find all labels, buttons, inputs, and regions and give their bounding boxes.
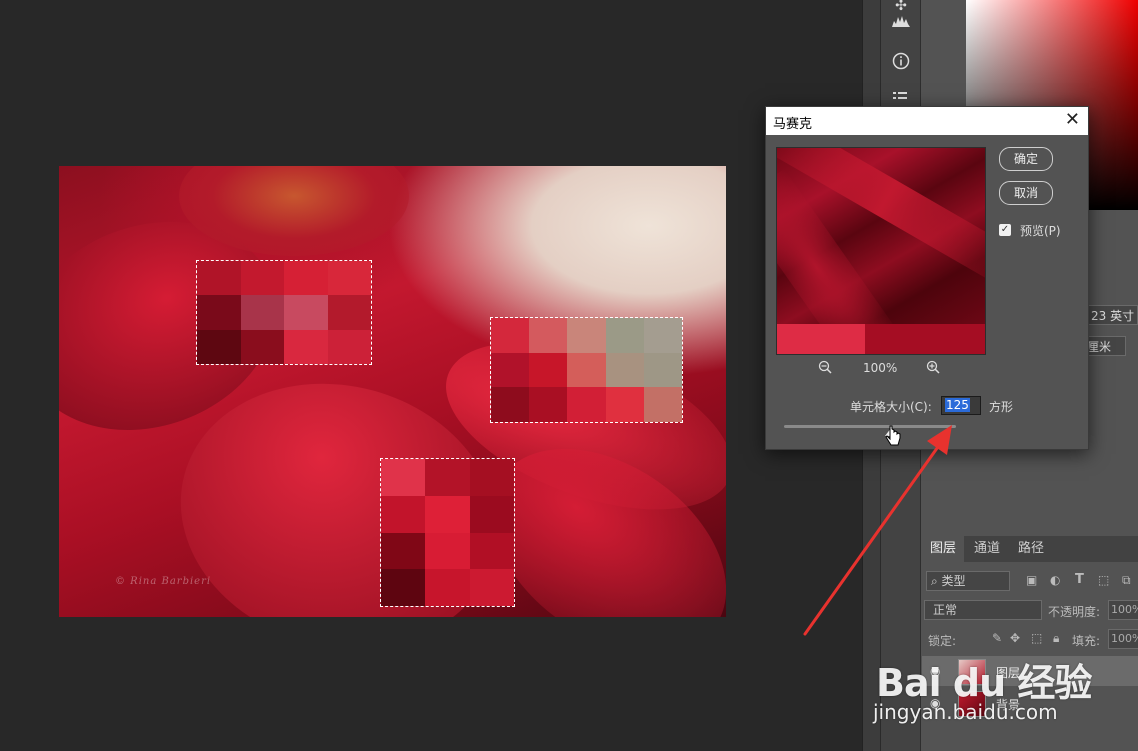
filter-preview[interactable]	[776, 147, 986, 355]
mosaic-cell	[381, 532, 426, 570]
mosaic-cell	[491, 318, 530, 353]
mosaic-selection-1[interactable]	[196, 260, 372, 365]
baidu-watermark-logo: Bai du 经验	[876, 661, 1092, 705]
shape-filter-icon[interactable]: ⬚	[1098, 573, 1109, 587]
mosaic-cell	[605, 318, 644, 353]
mosaic-cell	[240, 261, 284, 296]
image-filter-icon[interactable]: ▣	[1026, 573, 1037, 587]
lock-position-icon[interactable]: ✥	[1010, 631, 1020, 645]
mosaic-cell	[567, 352, 606, 388]
mosaic-cell	[425, 495, 470, 533]
size-field[interactable]: 23 英寸	[1086, 305, 1138, 325]
preview-mosaic-block-left	[777, 324, 865, 354]
histogram-icon[interactable]	[889, 12, 913, 36]
opacity-label: 不透明度:	[1048, 605, 1101, 619]
mosaic-cell	[240, 329, 284, 364]
mosaic-cell	[469, 495, 514, 533]
mosaic-cell	[567, 387, 606, 422]
mosaic-cell	[284, 261, 328, 296]
lock-row: 锁定: ✎ ✥ ⬚ 🔒︎ 填充: 100%	[922, 629, 1138, 651]
blend-mode-row: 正常 不透明度: 100%	[922, 600, 1138, 622]
search-icon: ⌕	[931, 574, 942, 588]
mouse-cursor-icon	[885, 425, 901, 446]
fill-label: 填充:	[1072, 634, 1101, 648]
mosaic-cell	[529, 387, 568, 422]
ok-button[interactable]: 确定	[999, 147, 1053, 171]
fill-input[interactable]: 100%	[1108, 629, 1138, 649]
info-icon[interactable]	[889, 52, 913, 76]
mosaic-cell	[643, 318, 682, 353]
mosaic-cell	[327, 295, 371, 330]
cell-size-label: 单元格大小(C):	[850, 400, 932, 414]
mosaic-cell	[197, 261, 241, 296]
mosaic-cell	[643, 387, 682, 422]
preview-checkbox[interactable]: ✓	[999, 224, 1011, 236]
mosaic-cell	[469, 459, 514, 496]
opacity-input[interactable]: 100%	[1108, 600, 1138, 620]
mosaic-cell	[605, 387, 644, 422]
dialog-title: 马赛克	[773, 117, 813, 132]
mosaic-cell	[381, 495, 426, 533]
mosaic-cell	[643, 352, 682, 388]
mosaic-cell	[469, 532, 514, 570]
preview-checkbox-label: 预览(P)	[1020, 224, 1061, 238]
lock-label: 锁定:	[928, 634, 957, 648]
mosaic-cell	[529, 318, 568, 353]
mosaic-cell	[567, 318, 606, 353]
mosaic-cell	[327, 329, 371, 364]
canvas-image[interactable]: © Rina Barbieri	[59, 166, 726, 617]
tab-layers[interactable]: 图层	[922, 536, 965, 562]
mosaic-selection-2[interactable]	[490, 317, 683, 423]
baidu-watermark-url: jingyan.baidu.com	[873, 700, 1058, 724]
mosaic-cell	[605, 352, 644, 388]
mosaic-cell	[491, 387, 530, 422]
mosaic-cell	[425, 532, 470, 570]
close-icon[interactable]: ✕	[1065, 110, 1080, 130]
mosaic-cell	[425, 569, 470, 606]
mosaic-cell	[529, 352, 568, 388]
mosaic-cell	[381, 459, 426, 496]
dialog-titlebar[interactable]: 马赛克 ✕	[766, 107, 1088, 135]
lock-all-icon[interactable]: 🔒︎	[1053, 631, 1059, 646]
mosaic-cell	[491, 352, 530, 388]
mosaic-cell	[425, 459, 470, 496]
cell-size-value: 125	[945, 398, 970, 412]
tab-channels[interactable]: 通道	[966, 536, 1008, 562]
mosaic-cell	[240, 295, 284, 330]
zoom-in-icon[interactable]	[925, 360, 941, 376]
adjustment-filter-icon[interactable]: ◐	[1050, 573, 1060, 587]
lock-pixels-icon[interactable]: ✎	[992, 631, 1002, 645]
layers-tab-bar: 图层 通道 路径	[922, 536, 1138, 562]
cell-size-unit: 方形	[989, 400, 1014, 414]
cell-size-slider[interactable]	[784, 425, 956, 428]
preview-mosaic-block-right	[865, 324, 985, 354]
mosaic-cell	[469, 569, 514, 606]
mosaic-cell	[327, 261, 371, 296]
filter-type-select[interactable]: ⌕ 类型	[926, 571, 1010, 591]
mosaic-cell	[284, 329, 328, 364]
lock-artboard-icon[interactable]: ⬚	[1031, 631, 1042, 645]
mosaic-dialog: 马赛克 ✕ 确定 取消 ✓ 预览(P) 100% 单元格大小(C): 125 方…	[765, 106, 1089, 450]
mosaic-cell	[197, 295, 241, 330]
cancel-button[interactable]: 取消	[999, 181, 1053, 205]
zoom-level: 100%	[863, 361, 898, 375]
filter-type-label: 类型	[941, 574, 966, 588]
cell-size-input[interactable]: 125	[941, 396, 981, 415]
mosaic-cell	[197, 329, 241, 364]
mosaic-cell	[381, 569, 426, 606]
smart-object-filter-icon[interactable]: ⧉	[1122, 573, 1131, 588]
mosaic-cell	[284, 295, 328, 330]
zoom-out-icon[interactable]	[817, 360, 833, 376]
photo-signature: © Rina Barbieri	[115, 576, 212, 587]
mosaic-selection-3[interactable]	[380, 458, 515, 607]
tab-paths[interactable]: 路径	[1010, 536, 1052, 562]
blend-mode-select[interactable]: 正常	[924, 600, 1042, 620]
layer-filter-row: ⌕ 类型 ▣ ◐ T ⬚ ⧉	[922, 570, 1138, 594]
type-filter-icon[interactable]: T	[1075, 572, 1084, 587]
